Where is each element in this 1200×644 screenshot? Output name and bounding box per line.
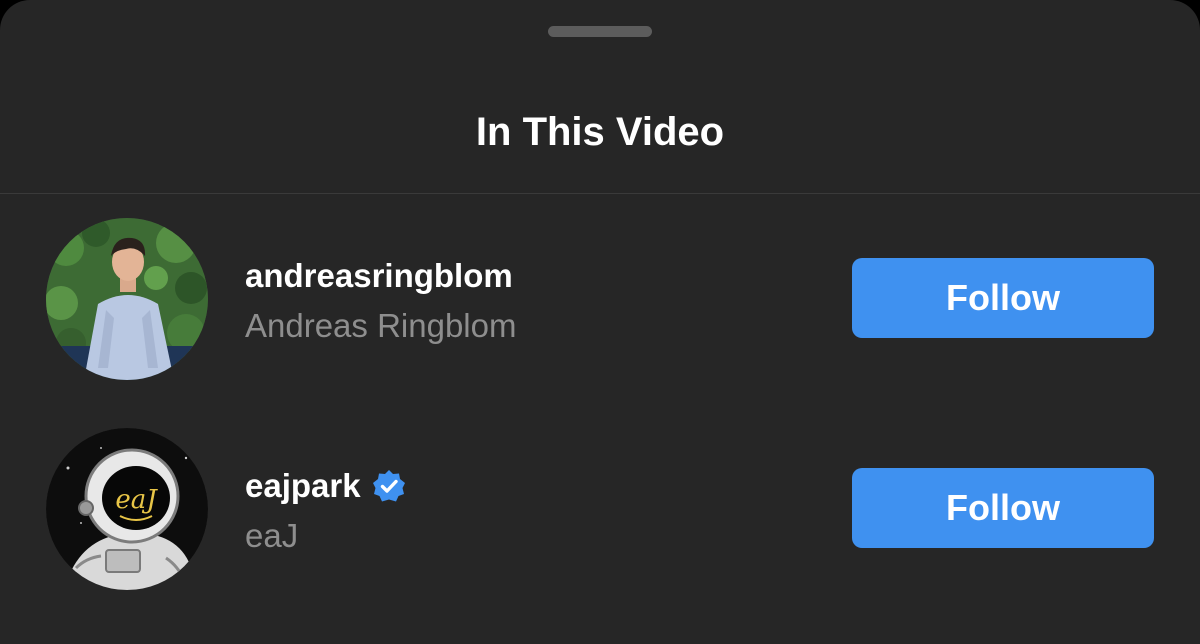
avatar[interactable] [46, 218, 208, 380]
divider [0, 193, 1200, 194]
sheet-grabber-handle[interactable] [548, 26, 652, 37]
avatar[interactable]: eaJ [46, 428, 208, 590]
username-row: eajpark [245, 464, 406, 508]
list-item: andreasringblom Andreas Ringblom Follow [0, 216, 1200, 380]
verified-badge-icon [372, 470, 405, 502]
svg-text:eaJ: eaJ [115, 485, 158, 515]
avatar-photo [46, 218, 208, 380]
username-row: andreasringblom [245, 254, 513, 298]
username[interactable]: eajpark [245, 464, 361, 508]
follow-button[interactable]: Follow [852, 258, 1154, 338]
bottom-sheet: In This Video andreasringblom Andreas Ri… [0, 0, 1200, 644]
list-item: eaJ eajpark eaJ Follow [0, 426, 1200, 590]
full-name: eaJ [245, 517, 299, 554]
follow-button[interactable]: Follow [852, 468, 1154, 548]
astronaut-avatar-image: eaJ [46, 428, 208, 590]
sheet-title: In This Video [475, 110, 725, 154]
full-name: Andreas Ringblom [245, 307, 517, 344]
username[interactable]: andreasringblom [245, 254, 513, 298]
